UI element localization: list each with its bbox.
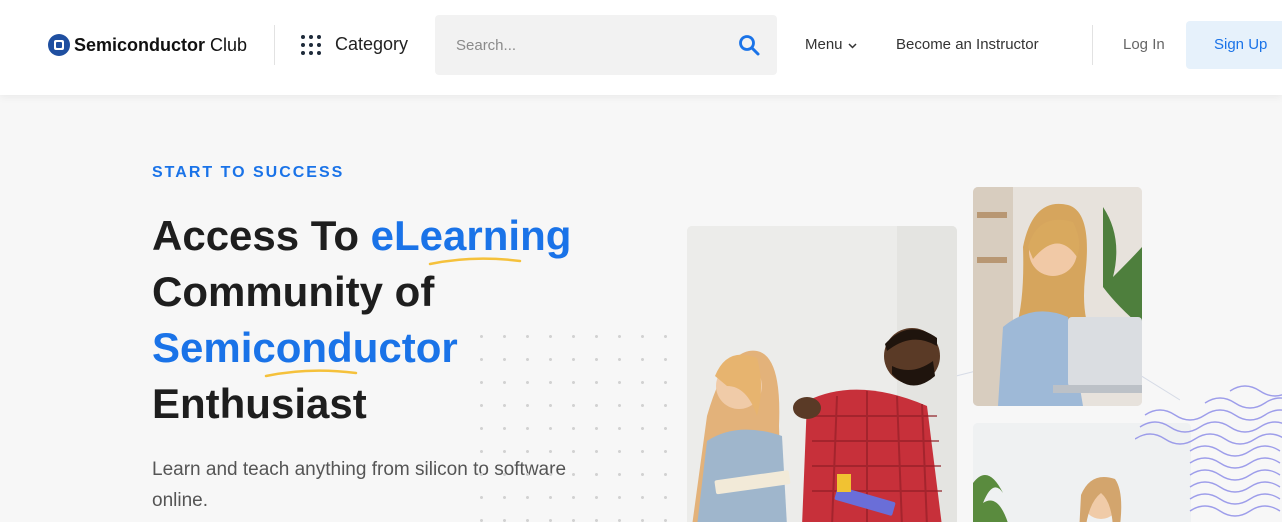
two-people-talking-photo — [687, 226, 957, 522]
headline-part: Access To — [152, 212, 359, 259]
header-divider — [1092, 25, 1093, 65]
category-button[interactable]: Category — [301, 34, 408, 55]
hero-eyebrow: START TO SUCCESS — [152, 164, 345, 181]
category-label: Category — [335, 34, 409, 54]
chip-logo-icon — [48, 34, 70, 56]
become-instructor-link[interactable]: Become an Instructor — [896, 36, 1039, 53]
search-input[interactable] — [435, 15, 725, 75]
search-bar — [435, 15, 777, 75]
signup-button[interactable]: Sign Up — [1186, 21, 1282, 69]
header-divider — [274, 25, 275, 65]
menu-label: Menu — [805, 36, 843, 53]
logo-text: Semiconductor Club — [74, 34, 248, 55]
headline-part: Community of — [152, 268, 435, 315]
grid-dots-icon — [301, 34, 321, 55]
wave-pattern — [1135, 385, 1282, 517]
dot-pattern — [470, 325, 685, 522]
woman-laptop-photo — [973, 187, 1142, 406]
chevron-down-icon — [848, 36, 857, 53]
search-icon[interactable] — [737, 33, 761, 57]
menu-dropdown[interactable]: Menu — [805, 36, 857, 53]
headline-highlight-elearning: eLearning — [371, 208, 571, 266]
site-logo[interactable]: Semiconductor Club — [48, 34, 247, 56]
login-link[interactable]: Log In — [1123, 36, 1165, 53]
headline-highlight-semiconductor: Semiconductor — [152, 320, 458, 378]
site-header: Semiconductor Club Category Menu Become … — [0, 0, 1282, 95]
